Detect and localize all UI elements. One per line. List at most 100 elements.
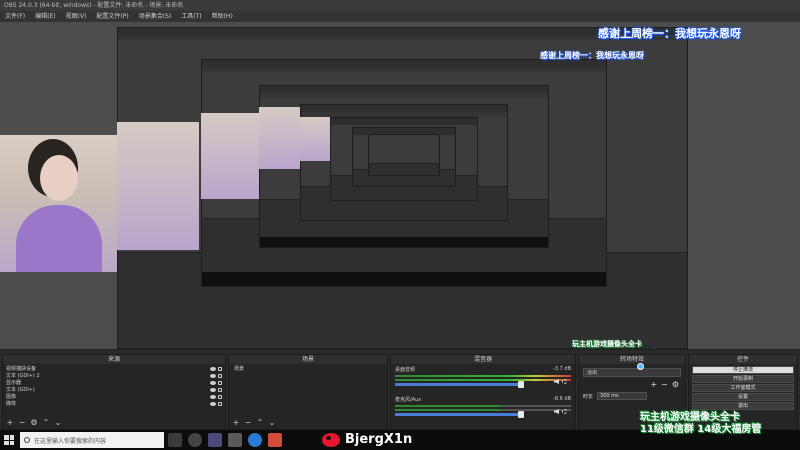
menu-profile[interactable]: 配置文件(P)	[91, 11, 133, 22]
source-item[interactable]: 显示器	[6, 379, 222, 386]
channel-name: 麦克风/Aux	[395, 397, 422, 403]
sources-toolbar: + − ⚙ ⌃ ⌄	[6, 419, 62, 427]
danmu-banner-echo: 感谢上周榜一：我想玩永恩呀	[540, 51, 644, 60]
move-down-icon[interactable]: ⌄	[268, 419, 276, 427]
add-icon[interactable]: +	[232, 419, 240, 427]
scenes-dock: 场景 场景 + − ⌃ ⌄	[228, 354, 388, 430]
webcam-feed-echo	[259, 107, 300, 169]
speaker-icon[interactable]	[554, 379, 559, 384]
duration-input[interactable]: 300 ms	[597, 392, 648, 400]
lock-icon[interactable]	[218, 380, 222, 385]
streamer-body	[16, 205, 102, 272]
source-item[interactable]: 文本 (GDI+) 2	[6, 372, 222, 379]
volume-slider[interactable]	[395, 381, 524, 388]
lock-icon[interactable]	[218, 373, 222, 378]
menu-tools[interactable]: 工具(T)	[176, 11, 206, 22]
gift-line: 玩主机游戏摄像头全卡	[572, 340, 642, 348]
source-item[interactable]: 视频捕获设备	[6, 365, 222, 372]
dock-title: 场景	[229, 355, 387, 364]
add-icon[interactable]: +	[6, 419, 14, 427]
taskbar-search[interactable]: 在这里输入你要搜索的内容	[20, 432, 164, 448]
dock-title: 控件	[689, 355, 797, 364]
gear-icon[interactable]: ⚙	[30, 419, 38, 427]
menu-file[interactable]: 文件(F)	[0, 11, 30, 22]
remove-icon[interactable]: −	[244, 419, 252, 427]
brand-overlay: BjergX1n	[322, 432, 412, 447]
eye-icon[interactable]	[210, 394, 216, 399]
menu-view[interactable]: 视图(V)	[61, 11, 92, 22]
gear-icon[interactable]	[562, 409, 567, 414]
window-title: OBS 24.0.3 (64-bit, windows) - 配置文件: 未命名…	[4, 2, 184, 9]
source-item[interactable]: 媒体	[6, 400, 222, 407]
dock-title: 来源	[3, 355, 225, 364]
search-icon	[24, 437, 30, 443]
menu-scene-collection[interactable]: 场景集合(S)	[134, 11, 177, 22]
speaker-icon[interactable]	[554, 409, 559, 414]
move-up-icon[interactable]: ⌃	[42, 419, 50, 427]
recursive-preview	[368, 134, 440, 176]
dock-title: 转场特效	[579, 355, 685, 364]
browser-icon[interactable]	[248, 433, 262, 447]
exit-button[interactable]: 退出	[692, 402, 794, 410]
search-placeholder: 在这里输入你要搜索的内容	[34, 437, 107, 445]
mixer-channel: 麦克风/Aux -8.6 dB	[391, 394, 575, 418]
start-recording-button[interactable]: 开始录制	[692, 375, 794, 383]
lock-icon[interactable]	[218, 387, 222, 392]
mixer-channel: 桌面音频 -3.7 dB	[391, 364, 575, 388]
move-up-icon[interactable]: ⌃	[256, 419, 264, 427]
gift-line: 玩主机游戏摄像头全卡	[640, 412, 740, 423]
app-icon[interactable]	[268, 433, 282, 447]
channel-db: -8.6 dB	[553, 396, 571, 402]
preview-canvas[interactable]: 感谢上周榜一：我想玩永恩呀 感谢上周榜一：我想玩永恩呀 BjergX1n 玩主机…	[0, 22, 800, 367]
obs-app-icon[interactable]	[188, 433, 202, 447]
scene-item[interactable]: 场景	[232, 366, 384, 373]
task-view-icon[interactable]	[168, 433, 182, 447]
stop-streaming-button[interactable]: 停止推流	[692, 366, 794, 374]
gear-icon[interactable]: ⚙	[672, 380, 679, 389]
webcam-feed-echo	[117, 122, 199, 250]
webcam-feed	[0, 135, 117, 272]
remove-icon[interactable]: −	[18, 419, 26, 427]
eye-icon[interactable]	[210, 373, 216, 378]
gear-icon[interactable]	[562, 379, 567, 384]
app-icon[interactable]	[208, 433, 222, 447]
webcam-feed-echo	[201, 113, 259, 199]
source-item[interactable]: 图像	[6, 393, 222, 400]
scenes-toolbar: + − ⌃ ⌄	[232, 419, 276, 427]
volume-meter	[395, 375, 571, 377]
gift-line: 11级微信群 14级大福房管	[640, 424, 762, 435]
channel-name: 桌面音频	[395, 367, 416, 373]
duration-row: 时长 300 ms	[583, 392, 681, 400]
transition-select[interactable]: 淡出	[583, 368, 681, 377]
app-icon[interactable]	[228, 433, 242, 447]
remove-icon[interactable]: −	[661, 380, 668, 389]
title-bar: OBS 24.0.3 (64-bit, windows) - 配置文件: 未命名…	[0, 0, 800, 11]
obs-window: OBS 24.0.3 (64-bit, windows) - 配置文件: 未命名…	[0, 0, 800, 450]
eye-icon[interactable]	[210, 366, 216, 371]
streamer-head	[40, 155, 78, 201]
duration-label: 时长	[583, 393, 594, 400]
add-icon[interactable]: +	[650, 380, 657, 389]
eye-icon[interactable]	[210, 401, 216, 406]
danmu-banner: 感谢上周榜一：我想玩永恩呀	[598, 27, 741, 40]
transition-toolbar: + − ⚙	[585, 380, 679, 389]
menu-edit[interactable]: 编辑(E)	[30, 11, 60, 22]
windows-start-icon[interactable]	[4, 435, 14, 445]
volume-meter	[395, 405, 571, 407]
menu-bar: 文件(F) 编辑(E) 视图(V) 配置文件(P) 场景集合(S) 工具(T) …	[0, 11, 800, 22]
dock-title: 混音器	[391, 355, 575, 364]
sources-dock: 来源 视频捕获设备 文本 (GDI+) 2 显示器 文本 (GDI+) 图像 媒…	[2, 354, 226, 430]
move-down-icon[interactable]: ⌄	[54, 419, 62, 427]
eye-icon[interactable]	[210, 387, 216, 392]
source-item[interactable]: 文本 (GDI+)	[6, 386, 222, 393]
taskbar-apps	[168, 433, 282, 447]
lock-icon[interactable]	[218, 401, 222, 406]
lock-icon[interactable]	[218, 394, 222, 399]
eye-icon[interactable]	[210, 380, 216, 385]
volume-slider[interactable]	[395, 411, 524, 418]
lock-icon[interactable]	[218, 366, 222, 371]
settings-button[interactable]: 设置	[692, 393, 794, 401]
audio-mixer-dock: 混音器 桌面音频 -3.7 dB 麦克风/Aux -8.6 dB	[390, 354, 576, 430]
menu-help[interactable]: 帮助(H)	[207, 11, 238, 22]
studio-mode-button[interactable]: 工作室模式	[692, 384, 794, 392]
